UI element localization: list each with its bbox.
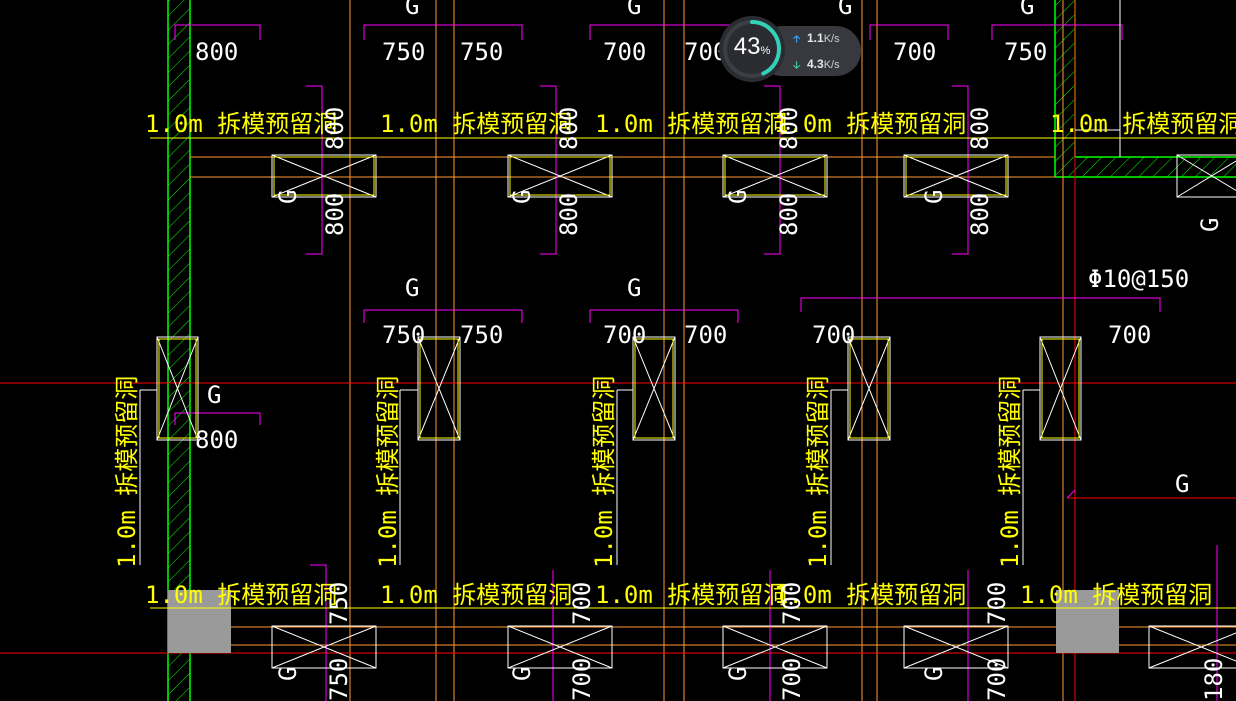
hole-box[interactable] bbox=[507, 625, 613, 669]
grid-mark-g-rotated: G bbox=[274, 667, 302, 681]
dim-text-vertical: 700 bbox=[778, 658, 806, 701]
note-top-row: 1.0m 拆模预留洞 1.0m 拆模预留洞 1.0m 拆模预留洞 1.0m 拆模… bbox=[145, 110, 1236, 138]
grid-mark-g: G bbox=[207, 381, 221, 409]
hole-note-text: 1.0m 拆模预留洞 bbox=[590, 376, 618, 568]
hole-box-vertical[interactable] bbox=[632, 336, 676, 441]
hole-note-text: 1.0m 拆模预留洞 bbox=[804, 376, 832, 568]
grid-mark-g-rotated: G bbox=[920, 190, 948, 204]
dim-text: 800 bbox=[195, 426, 238, 454]
dim-text: 750 bbox=[382, 38, 425, 66]
grid-mark-g-rotated: G bbox=[920, 667, 948, 681]
hole-box[interactable] bbox=[271, 625, 377, 669]
dim-text: 800 bbox=[195, 38, 238, 66]
dim-text: 700 bbox=[812, 321, 855, 349]
grid-mark-g: G bbox=[405, 274, 419, 302]
yellow-outlines bbox=[150, 137, 1236, 609]
grid-mark-g-rotated: G bbox=[724, 190, 752, 204]
grid-mark-g-rotated: G bbox=[274, 190, 302, 204]
dim-text-vertical: 750 bbox=[325, 658, 353, 701]
dim-text-vertical: 800 bbox=[775, 107, 803, 150]
dim-text: 750 bbox=[460, 38, 503, 66]
dim-text-vertical: 750 bbox=[325, 582, 353, 625]
dim-text-vertical: 800 bbox=[555, 107, 583, 150]
dim-text-vertical: 800 bbox=[321, 193, 349, 236]
rebar-spec-text: Φ10@150 bbox=[1088, 265, 1189, 293]
dim-text-vertical: 700 bbox=[983, 582, 1011, 625]
dim-text: 750 bbox=[382, 321, 425, 349]
hole-note-text: 1.0m 拆模预留洞 bbox=[113, 376, 141, 568]
grid-mark-g-rotated: G bbox=[508, 190, 536, 204]
dim-text-vertical: 800 bbox=[775, 193, 803, 236]
hole-note-text: 1.0m 拆模预留洞 bbox=[145, 110, 337, 138]
dim-text: 700 bbox=[1108, 321, 1151, 349]
grid-mark-g: G bbox=[1020, 0, 1034, 20]
grid-mark-g-rotated: G bbox=[724, 667, 752, 681]
cpu-usage-percent: 43% bbox=[733, 33, 771, 60]
dim-text-vertical: 700 bbox=[983, 658, 1011, 701]
dim-text: 750 bbox=[1004, 38, 1047, 66]
note-vertical: 1.0m 拆模预留洞 1.0m 拆模预留洞 1.0m 拆模预留洞 1.0m 拆模… bbox=[113, 376, 1024, 568]
dim-text: 700 bbox=[603, 321, 646, 349]
download-speed: 🡣 4.3K/s bbox=[793, 57, 840, 75]
note-bottom-row: 1.0m 拆模预留洞 1.0m 拆模预留洞 1.0m 拆模预留洞 1.0m 拆模… bbox=[145, 581, 1212, 609]
cad-drawing-canvas[interactable]: 1.0m 拆模预留洞 1.0m 拆模预留洞 1.0m 拆模预留洞 1.0m 拆模… bbox=[0, 0, 1236, 701]
hole-note-text: 1.0m 拆模预留洞 bbox=[145, 581, 337, 609]
dim-text: 700 bbox=[893, 38, 936, 66]
dim-text-vertical: 800 bbox=[321, 107, 349, 150]
upload-arrow-icon: 🡡 bbox=[793, 34, 801, 45]
hole-note-text: 1.0m 拆模预留洞 bbox=[380, 110, 572, 138]
grid-mark-g: G bbox=[1175, 470, 1189, 498]
dim-text: 750 bbox=[460, 321, 503, 349]
dim-text-vertical: 800 bbox=[966, 107, 994, 150]
dim-text-vertical: 800 bbox=[555, 193, 583, 236]
wall-hatch-right bbox=[1054, 0, 1236, 178]
network-speed-widget[interactable]: 43% 🡡 1.1K/s 🡣 4.3K/s bbox=[717, 14, 863, 88]
dim-text-vertical: 180 bbox=[1200, 658, 1228, 701]
hole-note-text: 1.0m 拆模预留洞 bbox=[595, 110, 787, 138]
grid-mark-g-rotated: G bbox=[508, 667, 536, 681]
grid-mark-g: G bbox=[627, 274, 641, 302]
grid-mark-g: G bbox=[405, 0, 419, 20]
download-arrow-icon: 🡣 bbox=[793, 60, 801, 71]
upload-speed: 🡡 1.1K/s bbox=[793, 31, 840, 49]
hole-note-text: 1.0m 拆模预留洞 bbox=[595, 581, 787, 609]
hole-note-text: 1.0m 拆模预留洞 bbox=[1020, 581, 1212, 609]
dim-text: 700 bbox=[684, 321, 727, 349]
grid-mark-g: G bbox=[627, 0, 641, 20]
hole-box[interactable] bbox=[722, 625, 828, 669]
dim-text-vertical: 800 bbox=[966, 193, 994, 236]
hole-note-text: 1.0m 拆模预留洞 bbox=[1050, 110, 1236, 138]
dim-text-vertical: 700 bbox=[568, 582, 596, 625]
dim-text: 700 bbox=[603, 38, 646, 66]
dim-text-vertical: 700 bbox=[568, 658, 596, 701]
hole-box-vertical[interactable] bbox=[847, 336, 891, 441]
grid-mark-g-rotated: G bbox=[1196, 218, 1224, 232]
hole-note-text: 1.0m 拆模预留洞 bbox=[996, 376, 1024, 568]
hole-note-text: 1.0m 拆模预留洞 bbox=[374, 376, 402, 568]
dim-text-vertical: 700 bbox=[778, 582, 806, 625]
hole-note-text: 1.0m 拆模预留洞 bbox=[380, 581, 572, 609]
